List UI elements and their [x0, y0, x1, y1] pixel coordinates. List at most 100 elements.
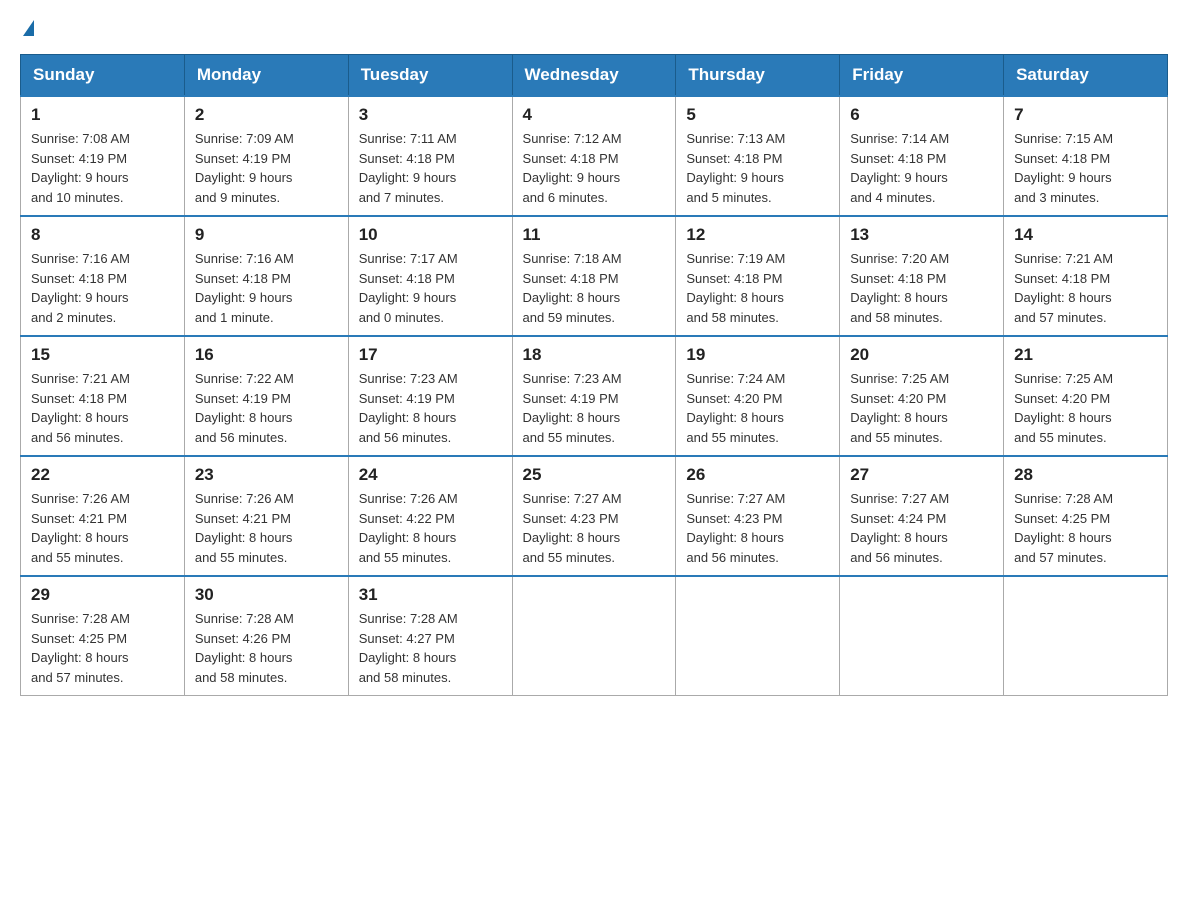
day-cell: 20 Sunrise: 7:25 AM Sunset: 4:20 PM Dayl…	[840, 336, 1004, 456]
day-cell: 2 Sunrise: 7:09 AM Sunset: 4:19 PM Dayli…	[184, 96, 348, 216]
header-thursday: Thursday	[676, 55, 840, 97]
day-cell: 26 Sunrise: 7:27 AM Sunset: 4:23 PM Dayl…	[676, 456, 840, 576]
day-number: 18	[523, 345, 666, 365]
day-number: 29	[31, 585, 174, 605]
day-info: Sunrise: 7:26 AM Sunset: 4:21 PM Dayligh…	[31, 489, 174, 567]
day-number: 16	[195, 345, 338, 365]
day-number: 11	[523, 225, 666, 245]
day-info: Sunrise: 7:16 AM Sunset: 4:18 PM Dayligh…	[31, 249, 174, 327]
day-number: 25	[523, 465, 666, 485]
day-info: Sunrise: 7:25 AM Sunset: 4:20 PM Dayligh…	[850, 369, 993, 447]
day-info: Sunrise: 7:22 AM Sunset: 4:19 PM Dayligh…	[195, 369, 338, 447]
day-info: Sunrise: 7:21 AM Sunset: 4:18 PM Dayligh…	[31, 369, 174, 447]
day-number: 15	[31, 345, 174, 365]
day-number: 20	[850, 345, 993, 365]
day-cell: 18 Sunrise: 7:23 AM Sunset: 4:19 PM Dayl…	[512, 336, 676, 456]
day-cell: 5 Sunrise: 7:13 AM Sunset: 4:18 PM Dayli…	[676, 96, 840, 216]
day-info: Sunrise: 7:25 AM Sunset: 4:20 PM Dayligh…	[1014, 369, 1157, 447]
day-info: Sunrise: 7:27 AM Sunset: 4:24 PM Dayligh…	[850, 489, 993, 567]
day-number: 5	[686, 105, 829, 125]
day-number: 13	[850, 225, 993, 245]
day-info: Sunrise: 7:11 AM Sunset: 4:18 PM Dayligh…	[359, 129, 502, 207]
day-info: Sunrise: 7:27 AM Sunset: 4:23 PM Dayligh…	[686, 489, 829, 567]
day-cell: 30 Sunrise: 7:28 AM Sunset: 4:26 PM Dayl…	[184, 576, 348, 696]
day-number: 3	[359, 105, 502, 125]
day-number: 24	[359, 465, 502, 485]
day-cell: 27 Sunrise: 7:27 AM Sunset: 4:24 PM Dayl…	[840, 456, 1004, 576]
day-number: 22	[31, 465, 174, 485]
day-info: Sunrise: 7:15 AM Sunset: 4:18 PM Dayligh…	[1014, 129, 1157, 207]
day-cell: 17 Sunrise: 7:23 AM Sunset: 4:19 PM Dayl…	[348, 336, 512, 456]
calendar-header-row: SundayMondayTuesdayWednesdayThursdayFrid…	[21, 55, 1168, 97]
day-info: Sunrise: 7:28 AM Sunset: 4:25 PM Dayligh…	[1014, 489, 1157, 567]
day-cell	[512, 576, 676, 696]
day-cell: 4 Sunrise: 7:12 AM Sunset: 4:18 PM Dayli…	[512, 96, 676, 216]
calendar-table: SundayMondayTuesdayWednesdayThursdayFrid…	[20, 54, 1168, 696]
day-cell: 15 Sunrise: 7:21 AM Sunset: 4:18 PM Dayl…	[21, 336, 185, 456]
day-cell: 9 Sunrise: 7:16 AM Sunset: 4:18 PM Dayli…	[184, 216, 348, 336]
day-number: 27	[850, 465, 993, 485]
logo	[20, 20, 34, 34]
day-number: 19	[686, 345, 829, 365]
day-info: Sunrise: 7:13 AM Sunset: 4:18 PM Dayligh…	[686, 129, 829, 207]
day-info: Sunrise: 7:28 AM Sunset: 4:25 PM Dayligh…	[31, 609, 174, 687]
day-cell: 22 Sunrise: 7:26 AM Sunset: 4:21 PM Dayl…	[21, 456, 185, 576]
day-info: Sunrise: 7:18 AM Sunset: 4:18 PM Dayligh…	[523, 249, 666, 327]
day-cell: 24 Sunrise: 7:26 AM Sunset: 4:22 PM Dayl…	[348, 456, 512, 576]
day-cell: 23 Sunrise: 7:26 AM Sunset: 4:21 PM Dayl…	[184, 456, 348, 576]
day-cell: 10 Sunrise: 7:17 AM Sunset: 4:18 PM Dayl…	[348, 216, 512, 336]
day-cell: 12 Sunrise: 7:19 AM Sunset: 4:18 PM Dayl…	[676, 216, 840, 336]
day-number: 8	[31, 225, 174, 245]
day-info: Sunrise: 7:26 AM Sunset: 4:22 PM Dayligh…	[359, 489, 502, 567]
day-number: 6	[850, 105, 993, 125]
day-number: 23	[195, 465, 338, 485]
day-info: Sunrise: 7:19 AM Sunset: 4:18 PM Dayligh…	[686, 249, 829, 327]
day-cell: 19 Sunrise: 7:24 AM Sunset: 4:20 PM Dayl…	[676, 336, 840, 456]
day-info: Sunrise: 7:16 AM Sunset: 4:18 PM Dayligh…	[195, 249, 338, 327]
day-number: 1	[31, 105, 174, 125]
day-number: 2	[195, 105, 338, 125]
header-sunday: Sunday	[21, 55, 185, 97]
logo-top-line	[20, 20, 34, 34]
day-number: 12	[686, 225, 829, 245]
day-info: Sunrise: 7:14 AM Sunset: 4:18 PM Dayligh…	[850, 129, 993, 207]
day-number: 7	[1014, 105, 1157, 125]
week-row-3: 15 Sunrise: 7:21 AM Sunset: 4:18 PM Dayl…	[21, 336, 1168, 456]
day-info: Sunrise: 7:12 AM Sunset: 4:18 PM Dayligh…	[523, 129, 666, 207]
day-info: Sunrise: 7:24 AM Sunset: 4:20 PM Dayligh…	[686, 369, 829, 447]
day-cell: 13 Sunrise: 7:20 AM Sunset: 4:18 PM Dayl…	[840, 216, 1004, 336]
day-cell: 16 Sunrise: 7:22 AM Sunset: 4:19 PM Dayl…	[184, 336, 348, 456]
day-cell: 7 Sunrise: 7:15 AM Sunset: 4:18 PM Dayli…	[1004, 96, 1168, 216]
week-row-1: 1 Sunrise: 7:08 AM Sunset: 4:19 PM Dayli…	[21, 96, 1168, 216]
day-number: 10	[359, 225, 502, 245]
day-cell: 3 Sunrise: 7:11 AM Sunset: 4:18 PM Dayli…	[348, 96, 512, 216]
day-info: Sunrise: 7:27 AM Sunset: 4:23 PM Dayligh…	[523, 489, 666, 567]
day-number: 26	[686, 465, 829, 485]
day-info: Sunrise: 7:28 AM Sunset: 4:27 PM Dayligh…	[359, 609, 502, 687]
day-cell	[1004, 576, 1168, 696]
day-number: 28	[1014, 465, 1157, 485]
day-cell: 28 Sunrise: 7:28 AM Sunset: 4:25 PM Dayl…	[1004, 456, 1168, 576]
header-tuesday: Tuesday	[348, 55, 512, 97]
day-info: Sunrise: 7:26 AM Sunset: 4:21 PM Dayligh…	[195, 489, 338, 567]
week-row-5: 29 Sunrise: 7:28 AM Sunset: 4:25 PM Dayl…	[21, 576, 1168, 696]
day-info: Sunrise: 7:20 AM Sunset: 4:18 PM Dayligh…	[850, 249, 993, 327]
header-saturday: Saturday	[1004, 55, 1168, 97]
page-header	[20, 20, 1168, 34]
day-number: 30	[195, 585, 338, 605]
day-number: 9	[195, 225, 338, 245]
day-info: Sunrise: 7:28 AM Sunset: 4:26 PM Dayligh…	[195, 609, 338, 687]
day-info: Sunrise: 7:17 AM Sunset: 4:18 PM Dayligh…	[359, 249, 502, 327]
day-info: Sunrise: 7:08 AM Sunset: 4:19 PM Dayligh…	[31, 129, 174, 207]
day-number: 17	[359, 345, 502, 365]
day-cell: 14 Sunrise: 7:21 AM Sunset: 4:18 PM Dayl…	[1004, 216, 1168, 336]
day-cell: 21 Sunrise: 7:25 AM Sunset: 4:20 PM Dayl…	[1004, 336, 1168, 456]
day-cell: 31 Sunrise: 7:28 AM Sunset: 4:27 PM Dayl…	[348, 576, 512, 696]
day-cell	[676, 576, 840, 696]
day-cell: 6 Sunrise: 7:14 AM Sunset: 4:18 PM Dayli…	[840, 96, 1004, 216]
day-cell: 1 Sunrise: 7:08 AM Sunset: 4:19 PM Dayli…	[21, 96, 185, 216]
day-cell: 25 Sunrise: 7:27 AM Sunset: 4:23 PM Dayl…	[512, 456, 676, 576]
day-info: Sunrise: 7:23 AM Sunset: 4:19 PM Dayligh…	[359, 369, 502, 447]
day-cell: 8 Sunrise: 7:16 AM Sunset: 4:18 PM Dayli…	[21, 216, 185, 336]
day-cell: 11 Sunrise: 7:18 AM Sunset: 4:18 PM Dayl…	[512, 216, 676, 336]
